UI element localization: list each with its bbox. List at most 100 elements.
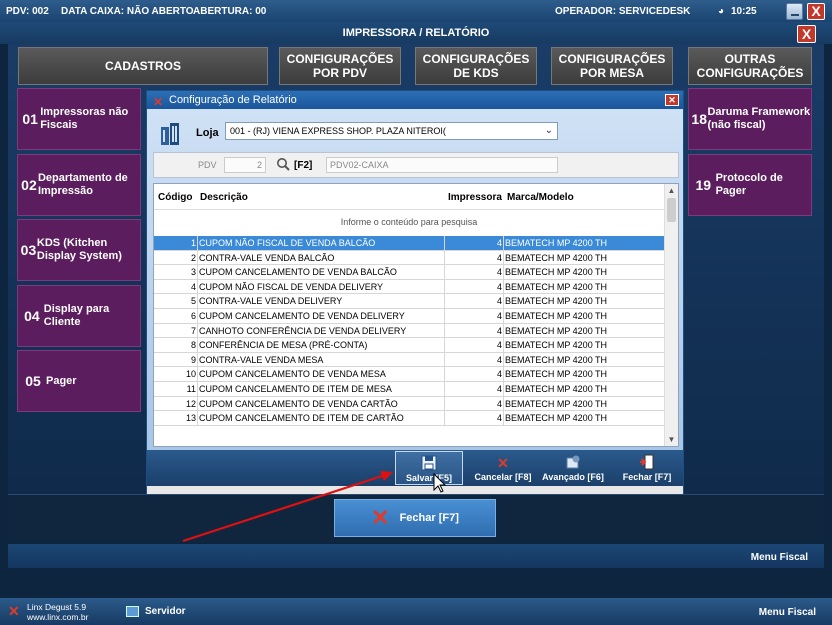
cell-codigo: 8	[190, 340, 196, 351]
cell-impressora: 4	[496, 296, 502, 307]
grid-scrollbar[interactable]: ▲ ▼	[664, 184, 678, 446]
column-impressora[interactable]: Impressora	[448, 192, 502, 203]
dialog-body: Loja 001 - (RJ) VIENA EXPRESS SHOP. PLAZ…	[147, 109, 683, 450]
cell-modelo: BEMATECH MP 4200 TH	[505, 413, 608, 424]
tile-daruma-framework[interactable]: 18 Daruma Framework (não fiscal)	[688, 88, 812, 150]
server-label: Servidor	[145, 606, 186, 617]
search-hint[interactable]: Informe o conteúdo para pesquisa	[154, 210, 664, 234]
table-row[interactable]: 10 CUPOM CANCELAMENTO DE VENDA MESA 4 BEMAT…	[154, 367, 664, 382]
table-row[interactable]: 7 CANHOTO CONFERÊNCIA DE VENDA DELIVERY 4 B…	[154, 323, 664, 339]
close-x-icon: ✕	[371, 505, 390, 530]
tile-display-para-cliente[interactable]: 04 Display para Cliente	[17, 285, 141, 347]
tile-number: 19	[695, 177, 712, 193]
table-row[interactable]: 12 CUPOM CANCELAMENTO DE VENDA CARTÃO 4 BEM…	[154, 396, 664, 412]
salvar-label: Salvar [F5]	[405, 473, 453, 483]
table-row[interactable]: 2 CONTRA-VALE VENDA BALCÃO 4 BEMATECH MP 42…	[154, 250, 664, 266]
cell-codigo: 2	[190, 252, 196, 263]
pdv-status: PDV: 002	[6, 6, 49, 17]
loja-label: Loja	[196, 127, 219, 139]
search-icon[interactable]	[276, 157, 290, 171]
store-building-icon	[161, 123, 179, 145]
table-row[interactable]: 11 CUPOM CANCELAMENTO DE ITEM DE MESA 4 BEM…	[154, 381, 664, 397]
operador-status: OPERADOR: SERVICEDESK	[555, 6, 691, 17]
cell-impressora: 4	[496, 325, 502, 336]
salvar-button[interactable]: Salvar [F5]	[395, 451, 463, 485]
tile-impressoras-nao-fiscais[interactable]: 01 Impressoras não Fiscais	[17, 88, 141, 150]
window-title: IMPRESSORA / RELATÓRIO	[0, 22, 832, 44]
tile-number: 03	[20, 242, 37, 258]
tile-number: 18	[691, 111, 707, 127]
window-close-button[interactable]: X	[797, 25, 816, 43]
cell-codigo: 7	[190, 325, 196, 336]
cell-impressora: 4	[496, 398, 502, 409]
tile-label: Pager	[46, 374, 77, 387]
tile-kds[interactable]: 03 KDS (Kitchen Display System)	[17, 219, 141, 281]
fechar-main-button[interactable]: ✕ Fechar [F7]	[334, 499, 496, 537]
cell-descricao: CUPOM CANCELAMENTO DE VENDA CARTÃO	[199, 398, 398, 409]
column-codigo[interactable]: Código	[158, 192, 192, 203]
cell-descricao: CONTRA-VALE VENDA MESA	[199, 354, 324, 365]
scroll-down-icon[interactable]: ▼	[665, 433, 678, 446]
pdv-input[interactable]: 2	[224, 157, 266, 173]
fechar-dialog-label: Fechar [F7]	[622, 472, 672, 482]
tile-pager[interactable]: 05 Pager	[17, 350, 141, 412]
column-descricao[interactable]: Descrição	[200, 192, 248, 203]
menu-fiscal-link[interactable]: Menu Fiscal	[751, 552, 808, 563]
cell-modelo: BEMATECH MP 4200 TH	[505, 369, 608, 380]
cell-impressora: 4	[496, 340, 502, 351]
cell-descricao: CANHOTO CONFERÊNCIA DE VENDA DELIVERY	[199, 325, 407, 336]
column-marca-modelo[interactable]: Marca/Modelo	[507, 192, 574, 203]
cell-modelo: BEMATECH MP 4200 TH	[505, 310, 608, 321]
avancado-label: Avançado [F6]	[542, 472, 604, 482]
pdv-label: PDV	[198, 160, 217, 170]
scroll-thumb[interactable]	[667, 198, 676, 222]
cell-impressora: 4	[496, 238, 502, 248]
advanced-settings-icon	[539, 454, 607, 472]
exit-door-icon	[613, 454, 681, 472]
cell-codigo: 12	[185, 398, 196, 409]
tile-departamento-de-impressao[interactable]: 02 Departamento de Impressão	[17, 154, 141, 216]
cell-codigo: 5	[190, 296, 196, 307]
avancado-button[interactable]: Avançado [F6]	[539, 451, 607, 485]
cell-codigo: 11	[186, 383, 196, 394]
grid-rows: 1 CUPOM NÃO FISCAL DE VENDA BALCÃO 4 BEMATE…	[154, 236, 664, 426]
app-close-button[interactable]: X	[807, 3, 825, 20]
tab-configuracoes-de-kds[interactable]: CONFIGURAÇÕES DE KDS	[415, 47, 537, 85]
floppy-disk-icon	[396, 455, 462, 473]
tab-cadastros[interactable]: CADASTROS	[18, 47, 268, 85]
dialog-close-button[interactable]: ✕	[665, 94, 679, 106]
table-row[interactable]: 13 CUPOM CANCELAMENTO DE ITEM DE CARTÃO 4 B…	[154, 411, 664, 426]
tile-number: 02	[21, 177, 37, 193]
scroll-up-icon[interactable]: ▲	[665, 184, 678, 197]
fechar-main-label: Fechar [F7]	[399, 512, 459, 524]
cancelar-button[interactable]: ✕ Cancelar [F8]	[469, 451, 537, 485]
dialog-title: Configuração de Relatório	[169, 94, 297, 106]
cell-impressora: 4	[496, 354, 502, 365]
tab-outras-configuracoes[interactable]: OUTRAS CONFIGURAÇÕES	[688, 47, 812, 85]
menu-fiscal-footer-link[interactable]: Menu Fiscal	[759, 607, 816, 618]
table-row[interactable]: 9 CONTRA-VALE VENDA MESA 4 BEMATECH MP 4200…	[154, 352, 664, 368]
table-row[interactable]: 6 CUPOM CANCELAMENTO DE VENDA DELIVERY 4 BE…	[154, 308, 664, 324]
tile-label: Departamento de Impressão	[37, 172, 128, 197]
tile-label: Protocolo de Pager	[715, 172, 783, 197]
cell-impressora: 4	[496, 267, 502, 278]
cell-codigo: 13	[185, 413, 196, 424]
tile-number: 01	[22, 111, 38, 127]
tab-configuracoes-por-pdv[interactable]: CONFIGURAÇÕES POR PDV	[279, 47, 401, 85]
f2-shortcut-label: [F2]	[294, 160, 313, 171]
cell-codigo: 6	[190, 310, 196, 321]
table-row[interactable]: 8 CONFERÊNCIA DE MESA (PRÉ-CONTA) 4 BEMATEC…	[154, 338, 664, 353]
table-row[interactable]: 3 CUPOM CANCELAMENTO DE VENDA BALCÃO 4 BEMA…	[154, 265, 664, 280]
tile-number: 05	[25, 373, 41, 389]
fechar-dialog-button[interactable]: Fechar [F7]	[613, 451, 681, 485]
tab-configuracoes-por-mesa[interactable]: CONFIGURAÇÕES POR MESA	[551, 47, 673, 85]
table-row[interactable]: 5 CONTRA-VALE VENDA DELIVERY 4 BEMATECH MP …	[154, 294, 664, 309]
tile-protocolo-de-pager[interactable]: 19 Protocolo de Pager	[688, 154, 812, 216]
cell-impressora: 4	[496, 413, 502, 424]
loja-select[interactable]: 001 - (RJ) VIENA EXPRESS SHOP. PLAZA NIT…	[225, 122, 558, 140]
table-row[interactable]: 4 CUPOM NÃO FISCAL DE VENDA DELIVERY 4 BEMA…	[154, 279, 664, 295]
minimize-button[interactable]	[786, 3, 803, 20]
cell-modelo: BEMATECH MP 4200 TH	[505, 325, 608, 336]
cell-descricao: CONFERÊNCIA DE MESA (PRÉ-CONTA)	[199, 340, 368, 351]
table-row[interactable]: 1 CUPOM NÃO FISCAL DE VENDA BALCÃO 4 BEMATE…	[154, 236, 664, 251]
